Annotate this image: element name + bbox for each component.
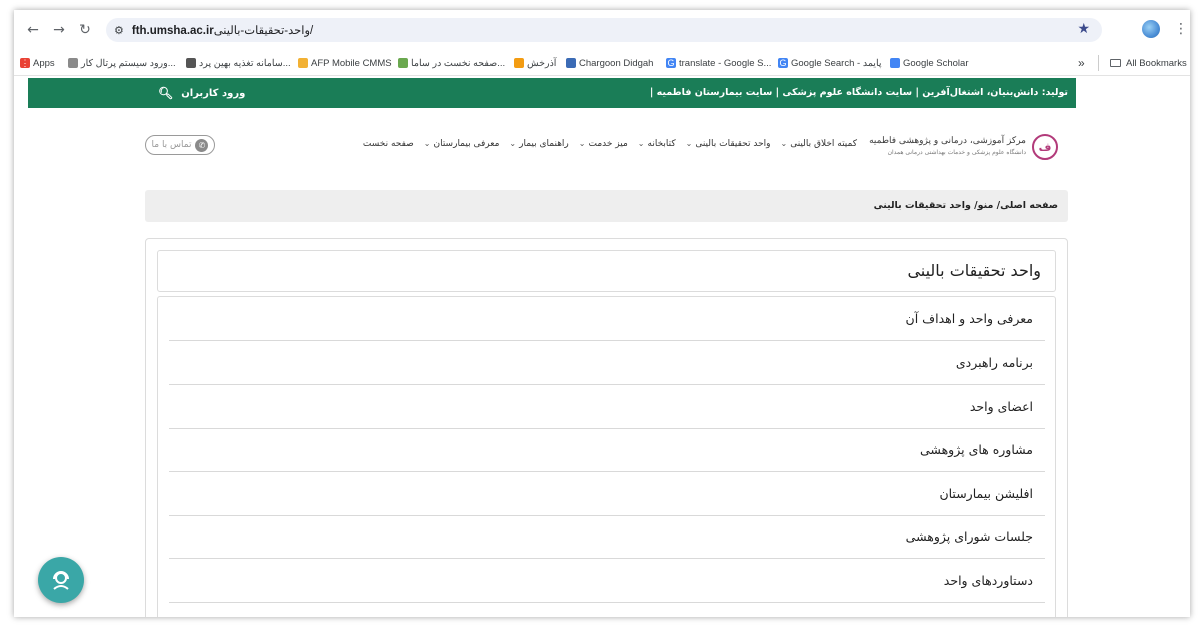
contact-label: تماس با ما bbox=[151, 140, 192, 150]
bookmark-samaneh[interactable]: صفحه نخست در ساما... bbox=[398, 56, 505, 70]
login-link[interactable]: 🔍︎ ورود کاربران bbox=[158, 86, 245, 100]
profile-avatar-icon[interactable] bbox=[1142, 20, 1160, 38]
samaneh-icon bbox=[398, 58, 408, 68]
breadcrumb[interactable]: صفحه اصلی/ منو/ واحد تحقیقات بالینی bbox=[145, 190, 1068, 222]
page-title: واحد تحقیقات بالینی bbox=[157, 250, 1056, 292]
chevron-down-icon: ⌄ bbox=[578, 139, 586, 148]
contact-button[interactable]: ✆ تماس با ما bbox=[145, 135, 215, 155]
top-bar-credits[interactable]: تولید: دانش‌بنیان، اشتغال‌آفرین | سایت د… bbox=[650, 87, 1068, 98]
menu-item[interactable]: کتابخانه⌄ bbox=[633, 139, 681, 149]
all-bookmarks[interactable]: All Bookmarks bbox=[1110, 56, 1187, 70]
list-item[interactable]: مشاوره های پژوهشی bbox=[169, 428, 1045, 472]
section-list: معرفی واحد و اهداف آن برنامه راهبردی اعض… bbox=[157, 296, 1056, 617]
browser-menu-icon[interactable]: ⋮ bbox=[1174, 21, 1188, 37]
menu-item[interactable]: صفحه نخست bbox=[358, 139, 419, 149]
bookmark-label: translate - Google S... bbox=[679, 57, 772, 69]
afp-icon bbox=[298, 58, 308, 68]
logo-text: مرکز آموزشی، درمانی و پژوهشی فاطمیه دانش… bbox=[869, 136, 1026, 158]
menu-item[interactable]: معرفی بیمارستان⌄ bbox=[419, 139, 505, 149]
list-item[interactable]: افلیشن بیمارستان bbox=[169, 472, 1045, 516]
scholar-icon bbox=[890, 58, 900, 68]
chevron-down-icon: ⌄ bbox=[780, 139, 788, 148]
menu-item-label: کمیته اخلاق بالینی bbox=[790, 139, 857, 149]
bookmark-star-icon[interactable]: ★ bbox=[1077, 21, 1090, 37]
all-bookmarks-label: All Bookmarks bbox=[1126, 57, 1187, 69]
forward-icon[interactable]: → bbox=[48, 19, 70, 41]
url-host: fth.umsha.ac.ir bbox=[131, 25, 214, 37]
chevron-down-icon: ⌄ bbox=[685, 139, 693, 148]
menu-item-label: معرفی بیمارستان bbox=[433, 139, 500, 149]
bookmark-label: Google Search - پایمد bbox=[791, 57, 882, 69]
folder-icon bbox=[1110, 59, 1121, 67]
list-item[interactable]: جلسات شورای پژوهشی bbox=[169, 515, 1045, 559]
bookmark-scholar[interactable]: Google Scholar bbox=[890, 56, 968, 70]
list-item[interactable]: اعضای واحد bbox=[169, 385, 1045, 429]
bookmark-label: Apps bbox=[33, 57, 55, 69]
menu-item[interactable]: کمیته اخلاق بالینی⌄ bbox=[775, 139, 862, 149]
apps-grid-icon: ⋮ bbox=[20, 58, 30, 68]
search-icon[interactable]: 🔍︎ bbox=[158, 86, 173, 100]
address-bar[interactable]: ⚙ fth.umsha.ac.irواحد-تحقیقات-بالینی/ ★ bbox=[106, 18, 1102, 42]
logo-name: مرکز آموزشی، درمانی و پژوهشی فاطمیه bbox=[869, 136, 1026, 146]
bookmark-chargoon[interactable]: Chargoon Didgah bbox=[566, 56, 653, 70]
site-top-bar: 🔍︎ ورود کاربران تولید: دانش‌بنیان، اشتغا… bbox=[28, 78, 1076, 108]
portal-icon bbox=[68, 58, 78, 68]
headset-icon bbox=[53, 571, 69, 590]
chargoon-icon bbox=[566, 58, 576, 68]
reload-icon[interactable]: ↻ bbox=[74, 19, 96, 41]
bookmark-label: صفحه نخست در ساما... bbox=[411, 57, 506, 69]
azarakhsh-icon bbox=[514, 58, 524, 68]
bookmark-label: ورود سیستم پرتال کار... bbox=[81, 57, 176, 69]
chevron-down-icon: ⌄ bbox=[637, 139, 645, 148]
url-text[interactable]: fth.umsha.ac.irواحد-تحقیقات-بالینی/ bbox=[132, 23, 313, 37]
bookmarks-overflow-icon[interactable]: » bbox=[1078, 56, 1085, 70]
login-label: ورود کاربران bbox=[181, 87, 246, 99]
menu-item-label: راهنمای بیمار bbox=[519, 139, 569, 149]
menu-item-label: کتابخانه bbox=[647, 139, 676, 149]
browser-toolbar: ← → ↻ ⚙ fth.umsha.ac.irواحد-تحقیقات-بالی… bbox=[14, 10, 1190, 50]
menu-item[interactable]: میز خدمت⌄ bbox=[574, 139, 633, 149]
site-header: ✆ تماس با ما صفحه نخست معرفی بیمارستان⌄ را… bbox=[28, 108, 1076, 188]
content-card: واحد تحقیقات بالینی معرفی واحد و اهداف آ… bbox=[145, 238, 1068, 617]
list-item[interactable]: دستاوردهای واحد bbox=[169, 559, 1045, 603]
main-menu: صفحه نخست معرفی بیمارستان⌄ راهنمای بیمار⌄ م… bbox=[358, 139, 862, 149]
menu-item-label: واحد تحقیقات بالینی bbox=[695, 139, 771, 149]
menu-item[interactable]: واحد تحقیقات بالینی⌄ bbox=[681, 139, 776, 149]
bookmark-apps[interactable]: ⋮ Apps bbox=[20, 56, 55, 70]
logo-subtitle: دانشگاه علوم پزشکی و خدمات بهداشتی درمان… bbox=[887, 149, 1026, 156]
browser-window: ← → ↻ ⚙ fth.umsha.ac.irواحد-تحقیقات-بالی… bbox=[14, 10, 1190, 617]
bookmark-afp[interactable]: AFP Mobile CMMS bbox=[298, 56, 392, 70]
google-icon: G bbox=[778, 58, 788, 68]
back-icon[interactable]: ← bbox=[22, 19, 44, 41]
nutrition-icon bbox=[186, 58, 196, 68]
site-logo[interactable]: ف مرکز آموزشی، درمانی و پژوهشی فاطمیه دا… bbox=[869, 134, 1058, 160]
bookmark-nutrition[interactable]: سامانه تغذیه بهین پرد... bbox=[186, 56, 291, 70]
menu-item-label: میز خدمت bbox=[588, 139, 628, 149]
menu-item-label: صفحه نخست bbox=[362, 139, 414, 149]
url-path: واحد-تحقیقات-بالینی/ bbox=[213, 25, 314, 37]
chevron-down-icon: ⌄ bbox=[509, 139, 517, 148]
hospital-logo-icon: ف bbox=[1032, 134, 1058, 160]
support-chat-button[interactable] bbox=[38, 557, 84, 603]
bookmark-label: Google Scholar bbox=[903, 57, 969, 69]
bookmark-label: سامانه تغذیه بهین پرد... bbox=[199, 57, 291, 69]
bookmarks-divider bbox=[1098, 55, 1099, 71]
site-settings-icon[interactable]: ⚙ bbox=[114, 24, 124, 37]
google-icon: G bbox=[666, 58, 676, 68]
bookmark-translate[interactable]: Gtranslate - Google S... bbox=[666, 56, 771, 70]
bookmark-google-search[interactable]: G Google Search - پایمد bbox=[778, 56, 882, 70]
list-item[interactable]: برنامه راهبردی bbox=[169, 341, 1045, 385]
bookmark-portal[interactable]: ورود سیستم پرتال کار... bbox=[68, 56, 176, 70]
list-item[interactable]: معرفی واحد و اهداف آن bbox=[169, 297, 1045, 341]
bookmarks-bar: ⋮ Apps ورود سیستم پرتال کار... سامانه تغذ… bbox=[14, 50, 1190, 76]
chevron-down-icon: ⌄ bbox=[423, 139, 431, 148]
bookmark-label: آذرخش bbox=[527, 57, 557, 69]
phone-icon: ✆ bbox=[195, 138, 209, 152]
bookmark-azarakhsh[interactable]: آذرخش bbox=[514, 56, 556, 70]
bookmark-label: Chargoon Didgah bbox=[579, 57, 654, 69]
bookmark-label: AFP Mobile CMMS bbox=[311, 57, 392, 69]
menu-item[interactable]: راهنمای بیمار⌄ bbox=[504, 139, 573, 149]
